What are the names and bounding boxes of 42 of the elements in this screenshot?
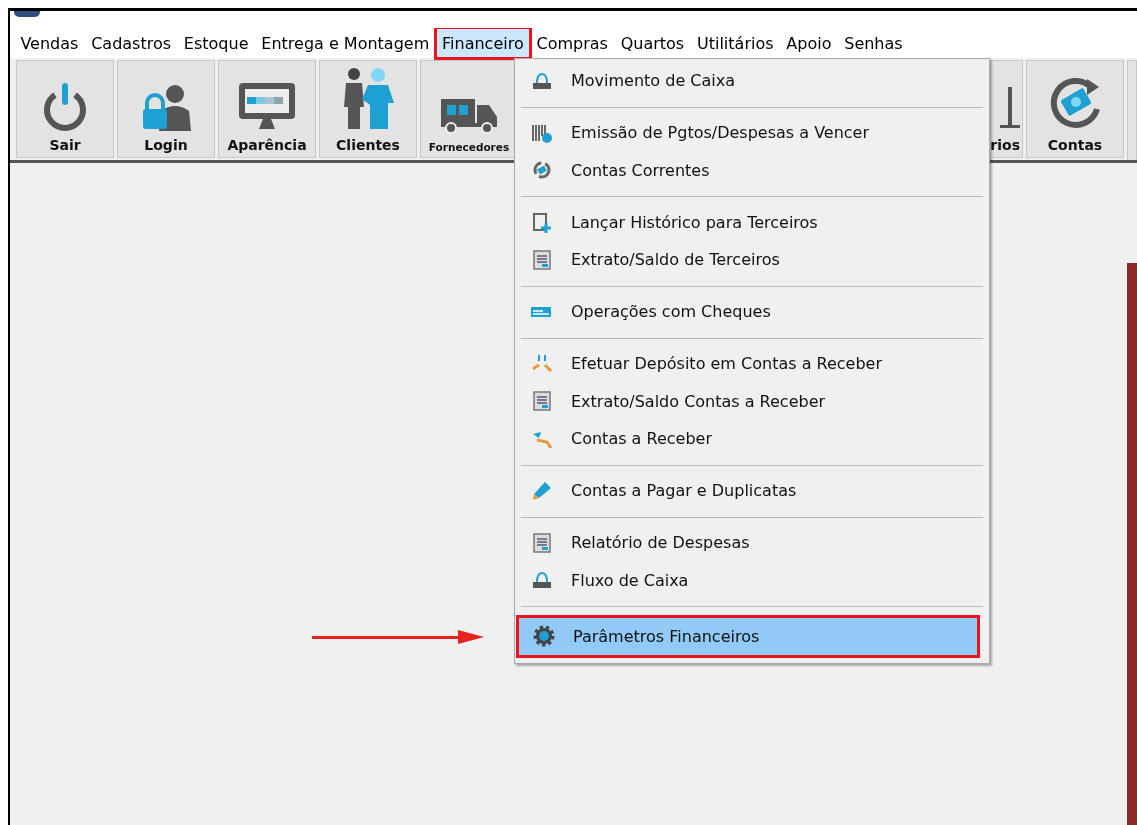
menu-item[interactable]: Financeiro — [435, 28, 531, 58]
toolbar-button[interactable]: Aparência — [218, 60, 316, 158]
toolbar-button[interactable]: Sair — [16, 60, 114, 158]
statement-icon — [533, 249, 551, 270]
menu-option[interactable]: Efetuar Depósito em Contas a Receber — [517, 345, 983, 383]
menu-item[interactable]: Compras — [530, 28, 615, 58]
transfer-icon — [531, 352, 553, 375]
menu-item[interactable]: Quartos — [614, 28, 691, 58]
menu-item[interactable]: Senhas — [837, 28, 910, 58]
menu-option[interactable]: Emissão de Pgtos/Despesas a Vencer — [517, 114, 983, 152]
clipboard-icon — [533, 532, 551, 553]
menu-option[interactable]: Extrato/Saldo de Terceiros — [517, 241, 983, 279]
toolbar-button[interactable]: rios — [989, 60, 1023, 158]
menu-option[interactable]: Movimento de Caixa — [517, 62, 983, 100]
menu-item[interactable]: Vendas — [14, 28, 85, 58]
menu-option[interactable]: Contas a Receber — [517, 420, 983, 458]
menu-option[interactable]: Relatório de Despesas — [517, 524, 983, 562]
refresh-coin-icon — [532, 160, 552, 181]
toolbar-button[interactable] — [1127, 60, 1137, 160]
toolbar-button[interactable]: Clientes — [319, 60, 417, 158]
menu-option[interactable]: Contas Correntes — [517, 151, 983, 189]
menu-option[interactable]: Parâmetros Financeiros — [519, 617, 977, 655]
monitor-icon — [237, 81, 297, 131]
statement-icon — [533, 391, 551, 412]
toolbar-button[interactable]: Contas — [1026, 60, 1124, 158]
cash-drawer-icon — [531, 70, 553, 91]
gear-icon — [533, 625, 555, 648]
cash-drawer-icon — [531, 570, 553, 591]
menu-option[interactable]: Extrato/Saldo Contas a Receber — [517, 382, 983, 420]
pen-icon — [531, 479, 553, 502]
menu-item[interactable]: Apoio — [779, 28, 838, 58]
menu-option[interactable]: Operações com Cheques — [517, 293, 983, 331]
menu-option[interactable]: Contas a Pagar e Duplicatas — [517, 472, 983, 510]
toolbar-button[interactable]: Login — [117, 60, 215, 158]
menu-option[interactable]: Lançar Histórico para Terceiros — [517, 203, 983, 241]
clipboard-plus-icon — [532, 211, 552, 234]
menu-item[interactable]: Estoque — [177, 28, 255, 58]
menu-item[interactable]: Cadastros — [84, 28, 178, 58]
cheque-icon — [531, 304, 553, 319]
menu-item[interactable]: Entrega e Montagem — [254, 28, 436, 58]
menu-item[interactable]: Utilitários — [690, 28, 780, 58]
menu-option[interactable]: Fluxo de Caixa — [517, 561, 983, 599]
